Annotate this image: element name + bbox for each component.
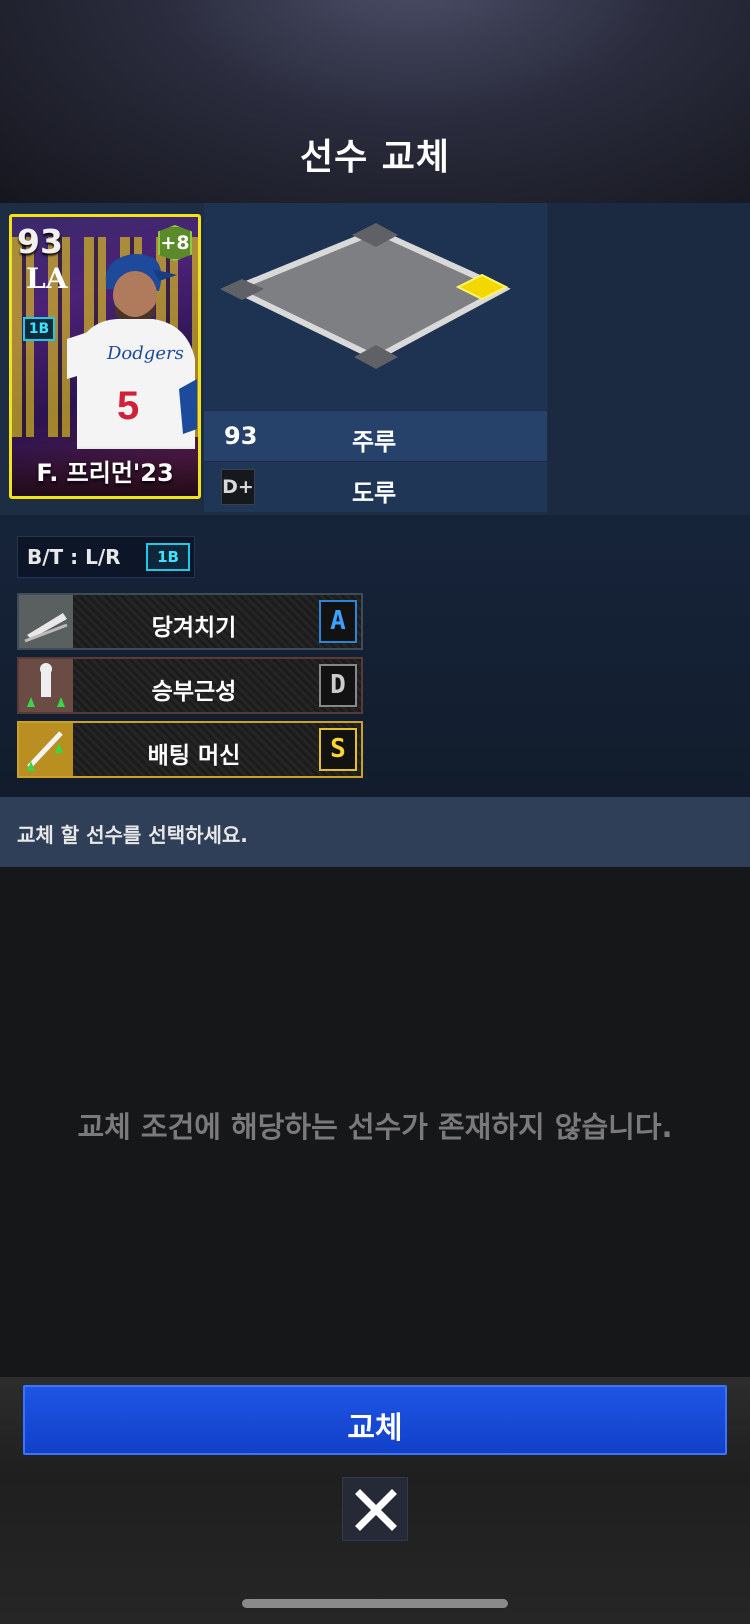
skill-name: 배팅 머신	[147, 743, 241, 769]
stat-label: 도루	[352, 479, 397, 507]
player-card[interactable]: Dodgers 5 93 +8 LA 1B F. 프리먼'23	[9, 214, 201, 499]
card-position-badge: 1B	[23, 317, 55, 341]
replace-button[interactable]: 교체	[23, 1385, 727, 1455]
skill-name: 당겨치기	[151, 615, 237, 641]
skill-grade: S	[319, 728, 357, 771]
jersey-text: Dodgers	[106, 343, 184, 364]
instruction-bar: 교체 할 선수를 선택하세요.	[0, 797, 750, 867]
baseball-diamond-icon	[220, 223, 511, 369]
card-ovr: 93	[17, 222, 63, 261]
close-icon	[355, 1489, 397, 1531]
bat-throw-tag: B/T : L/R 1B	[17, 536, 195, 578]
stat-grade-badge: D+	[221, 469, 255, 505]
page-title: 선수 교체	[299, 137, 450, 178]
batting-machine-icon	[19, 723, 73, 776]
skill-item[interactable]: 승부근성 D	[17, 657, 363, 714]
jersey-number: 5	[117, 384, 139, 428]
stat-row-baserunning: 93 주루	[204, 411, 547, 461]
close-button[interactable]	[342, 1477, 408, 1541]
pull-hitting-icon	[19, 595, 73, 648]
competitive-spirit-icon	[19, 659, 73, 712]
skill-name: 승부근성	[151, 679, 237, 705]
team-logo: LA	[26, 262, 68, 295]
upgrade-badge: +8	[158, 225, 192, 261]
skill-grade: D	[319, 664, 357, 707]
home-indicator[interactable]	[242, 1599, 508, 1608]
instruction-text: 교체 할 선수를 선택하세요.	[17, 823, 248, 847]
player-name: F. 프리먼'23	[36, 459, 174, 487]
skill-item[interactable]: 배팅 머신 S	[17, 721, 363, 778]
stat-value: 93	[224, 422, 258, 450]
base-diagram	[204, 203, 547, 410]
position-badge: 1B	[146, 543, 190, 571]
side-panel	[548, 203, 750, 515]
stat-row-stealing: D+ 도루	[204, 462, 547, 512]
replace-button-label: 교체	[347, 1411, 403, 1446]
skill-grade: A	[319, 600, 357, 643]
empty-state-text: 교체 조건에 해당하는 선수가 존재하지 않습니다.	[77, 1110, 673, 1144]
bat-throw-text: B/T : L/R	[27, 545, 121, 569]
stat-label: 주루	[352, 428, 397, 456]
skill-item[interactable]: 당겨치기 A	[17, 593, 363, 650]
player-image: Dodgers 5	[67, 254, 197, 449]
